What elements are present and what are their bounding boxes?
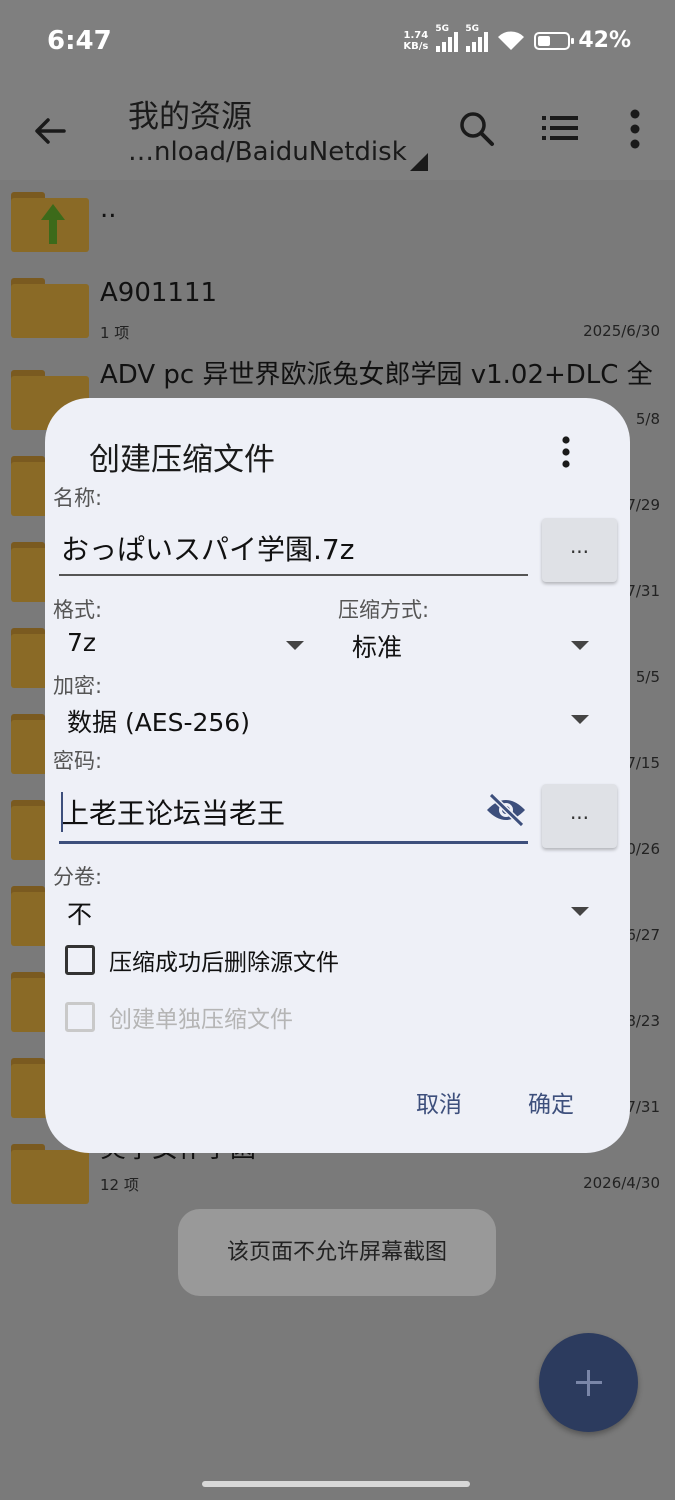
- dialog-more-icon[interactable]: [559, 436, 573, 470]
- method-select[interactable]: 标准: [352, 628, 402, 664]
- file-name: A901111: [100, 278, 218, 308]
- volume-label: 分卷:: [53, 865, 103, 889]
- volume-select[interactable]: 不: [67, 895, 92, 931]
- method-dropdown-icon[interactable]: [571, 641, 589, 650]
- page-title: 我的资源: [128, 99, 252, 135]
- signal-sim1-icon: 5G: [435, 24, 459, 52]
- search-icon[interactable]: [458, 110, 496, 148]
- status-time: 6:47: [47, 26, 112, 56]
- separate-archive-label: 创建单独压缩文件: [109, 1007, 293, 1033]
- file-date: 5/5: [635, 668, 660, 686]
- text-cursor: [61, 792, 63, 832]
- format-select[interactable]: 7z: [67, 628, 96, 657]
- visibility-off-icon[interactable]: [485, 792, 527, 828]
- file-date: 7/31: [626, 1098, 660, 1116]
- file-meta: 1 项: [100, 324, 130, 342]
- back-arrow-icon[interactable]: [30, 111, 70, 151]
- folder-up-icon: [11, 192, 89, 252]
- file-meta: 12 项: [100, 1176, 139, 1194]
- list-view-icon[interactable]: [542, 115, 578, 141]
- separate-archive-checkbox: [65, 1002, 95, 1032]
- file-date: 5/8: [635, 410, 660, 428]
- list-item[interactable]: A901111 1 项 2025/6/30: [0, 266, 675, 352]
- separate-archive-option: 创建单独压缩文件: [65, 1000, 293, 1034]
- delete-source-checkbox[interactable]: [65, 945, 95, 975]
- network-speed: 1.74 KB/s: [403, 29, 429, 52]
- encrypt-dropdown-icon[interactable]: [571, 715, 589, 724]
- file-date: 6/27: [626, 926, 660, 944]
- ok-button[interactable]: 确定: [528, 1085, 574, 1119]
- password-generate-button[interactable]: ...: [542, 784, 617, 848]
- name-browse-button[interactable]: ...: [542, 518, 617, 582]
- encrypt-label: 加密:: [53, 674, 103, 698]
- folder-icon: [11, 1144, 89, 1204]
- file-date: 0/26: [626, 840, 660, 858]
- file-date: 7/31: [626, 582, 660, 600]
- status-bar: 6:47 1.74 KB/s 5G 5G 42%: [0, 0, 675, 85]
- more-options-icon[interactable]: [628, 109, 642, 149]
- password-input[interactable]: 上老王论坛当老王: [59, 786, 528, 844]
- file-name: ..: [100, 194, 117, 224]
- file-name: ADV pc 异世界欧派兔女郎学园 v1.02+DLC 全: [100, 360, 653, 390]
- file-date: 2025/6/30: [583, 322, 660, 340]
- screenshot-blocked-toast: 该页面不允许屏幕截图: [178, 1209, 496, 1296]
- path-dropdown-icon[interactable]: [410, 153, 428, 171]
- status-icons: 1.74 KB/s 5G 5G 42%: [403, 24, 631, 54]
- file-date: 2026/4/30: [583, 1174, 660, 1192]
- path-selector[interactable]: …nload/BaiduNetdisk: [128, 137, 407, 167]
- format-dropdown-icon[interactable]: [286, 641, 304, 650]
- encrypt-select[interactable]: 数据 (AES-256): [67, 703, 250, 739]
- wifi-icon: [498, 30, 525, 50]
- delete-source-label: 压缩成功后删除源文件: [109, 950, 339, 976]
- dialog-title: 创建压缩文件: [89, 442, 275, 478]
- file-date: 7/15: [626, 754, 660, 772]
- create-archive-dialog: 创建压缩文件 名称: おっぱいスパイ学園.7z ... 格式: 压缩方式: 7z…: [45, 398, 630, 1153]
- signal-sim2-icon: 5G: [465, 24, 489, 52]
- password-text: 上老王论坛当老王: [61, 797, 286, 830]
- list-item[interactable]: ..: [0, 180, 675, 266]
- method-label: 压缩方式:: [338, 598, 430, 622]
- archive-name-input[interactable]: おっぱいスパイ学園.7z: [59, 520, 528, 576]
- home-indicator[interactable]: [202, 1481, 470, 1487]
- password-label: 密码:: [53, 749, 103, 773]
- add-fab-button[interactable]: [539, 1333, 638, 1432]
- volume-dropdown-icon[interactable]: [571, 907, 589, 916]
- format-label: 格式:: [53, 598, 103, 622]
- delete-source-option[interactable]: 压缩成功后删除源文件: [65, 943, 339, 977]
- cancel-button[interactable]: 取消: [416, 1085, 462, 1119]
- folder-icon: [11, 278, 89, 338]
- file-date: 7/29: [626, 496, 660, 514]
- battery-icon: [534, 31, 575, 50]
- name-label: 名称:: [53, 486, 103, 510]
- battery-percent: 42%: [578, 28, 631, 53]
- file-date: 8/23: [626, 1012, 660, 1030]
- app-toolbar: 我的资源 …nload/BaiduNetdisk: [0, 85, 675, 180]
